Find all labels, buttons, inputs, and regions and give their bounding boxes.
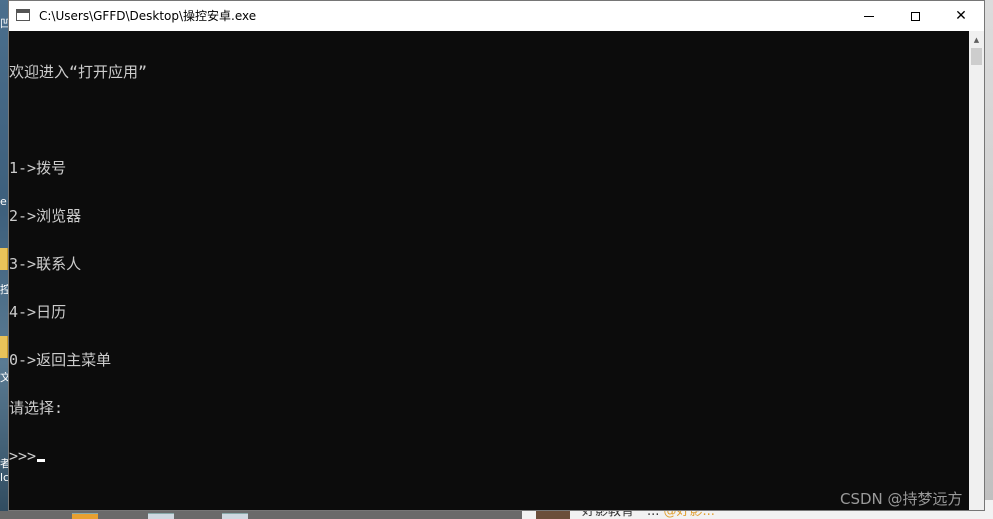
console-line: 1->拨号 bbox=[9, 159, 67, 177]
console-line: 欢迎进入“打开应用” bbox=[9, 63, 148, 81]
desktop: 凹 e 控 文 者 lc 好影教育一... @好影... C:\Users\GF… bbox=[0, 0, 993, 519]
chevron-up-icon: ▲ bbox=[973, 35, 980, 44]
desktop-icon-label: e bbox=[0, 196, 7, 208]
console-line: 0->返回主菜单 bbox=[9, 351, 112, 369]
close-button[interactable]: ✕ bbox=[938, 1, 984, 31]
console-prompt-line[interactable]: >>> bbox=[9, 448, 147, 464]
window-title: C:\Users\GFFD\Desktop\操控安卓.exe bbox=[39, 9, 257, 23]
maximize-icon bbox=[910, 11, 920, 21]
desktop-icon-label: lc bbox=[0, 472, 8, 484]
console-window-icon[interactable] bbox=[16, 9, 30, 21]
console-text: 欢迎进入“打开应用” 1->拨号 2->浏览器 3->联系人 4->日历 0->… bbox=[9, 32, 147, 496]
watermark: CSDN @持梦远方 bbox=[840, 490, 963, 508]
minimize-icon bbox=[864, 15, 874, 17]
console-line: 3->联系人 bbox=[9, 255, 82, 273]
console-prompt: >>> bbox=[9, 447, 37, 465]
close-icon: ✕ bbox=[955, 8, 967, 24]
desktop-icon-label: 凹 bbox=[0, 18, 8, 30]
maximize-button[interactable] bbox=[892, 1, 938, 31]
console-line: 请选择: bbox=[9, 399, 64, 417]
taskbar-tile[interactable] bbox=[148, 513, 174, 519]
minimize-button[interactable] bbox=[846, 1, 892, 31]
desktop-icon-label: 者 bbox=[0, 458, 8, 470]
taskbar-tile[interactable] bbox=[222, 513, 248, 519]
scroll-up-button[interactable]: ▲ bbox=[969, 31, 984, 48]
console-output[interactable]: 欢迎进入“打开应用” 1->拨号 2->浏览器 3->联系人 4->日历 0->… bbox=[9, 31, 969, 510]
taskbar-tile[interactable] bbox=[72, 513, 98, 519]
desktop-right-edge bbox=[985, 0, 993, 519]
scrollbar-thumb[interactable] bbox=[971, 48, 982, 65]
text-cursor bbox=[37, 459, 46, 462]
folder-icon[interactable] bbox=[0, 248, 8, 270]
console-line: 2->浏览器 bbox=[9, 207, 82, 225]
folder-icon[interactable] bbox=[0, 336, 8, 358]
vertical-scrollbar[interactable]: ▲ bbox=[969, 31, 984, 510]
console-line: 4->日历 bbox=[9, 303, 67, 321]
desktop-icon-label: 文 bbox=[0, 372, 8, 384]
console-window[interactable]: C:\Users\GFFD\Desktop\操控安卓.exe ✕ 欢迎进入“打开… bbox=[8, 0, 985, 511]
title-bar[interactable]: C:\Users\GFFD\Desktop\操控安卓.exe ✕ bbox=[9, 1, 984, 31]
desktop-icon-label: 控 bbox=[0, 284, 8, 296]
